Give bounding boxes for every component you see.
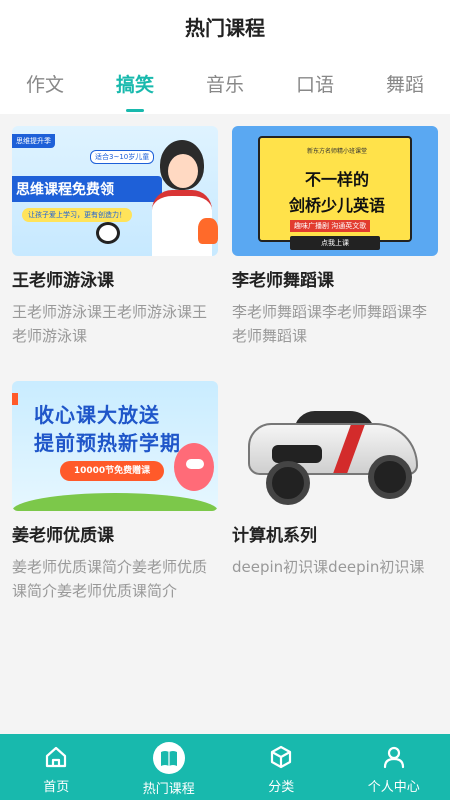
category-tabs: 作文 搞笑 音乐 口语 舞蹈 <box>0 52 450 114</box>
tab-speaking[interactable]: 口语 <box>270 52 360 114</box>
bottom-nav: 首页 热门课程 分类 个人中心 <box>0 734 450 800</box>
tab-label: 口语 <box>295 73 334 96</box>
thumb-headline-2: 提前预热新学期 <box>34 431 181 455</box>
thumb-age-badge: 适合3~10岁儿童 <box>90 150 155 164</box>
tab-music[interactable]: 音乐 <box>180 52 270 114</box>
tab-composition[interactable]: 作文 <box>0 52 90 114</box>
mascot-eye <box>186 459 204 469</box>
course-card[interactable]: 新东方名师精小班课堂 不一样的 剑桥少儿英语 趣味广播剧 沟通英文歌 点我上课 … <box>232 126 438 381</box>
tab-underline <box>126 109 144 112</box>
nav-category[interactable]: 分类 <box>225 734 338 800</box>
thumb-red-label: 趣味广播剧 沟通英文歌 <box>290 220 371 232</box>
course-thumbnail: 思维提升季 适合3~10岁儿童 思维课程免费领 让孩子爱上学习，更有创造力！ <box>12 126 218 256</box>
nav-home[interactable]: 首页 <box>0 734 113 800</box>
thumb-headline: 不一样的 <box>304 170 369 189</box>
thumb-cta: 点我上课 <box>290 236 380 250</box>
course-title: 李老师舞蹈课 <box>232 271 334 291</box>
nav-label: 分类 <box>268 780 295 795</box>
course-description: 王老师游泳课王老师游泳课王老师游泳课 <box>12 303 208 345</box>
nav-label: 个人中心 <box>367 780 420 795</box>
course-thumbnail: 新东方名师精小班课堂 不一样的 剑桥少儿英语 趣味广播剧 沟通英文歌 点我上课 <box>232 126 438 256</box>
thumb-subtitle: 让孩子爱上学习，更有创造力！ <box>22 208 132 222</box>
book-icon <box>152 742 185 774</box>
course-description: deepin初识课deepin初识课 <box>232 558 425 576</box>
nav-label: 热门课程 <box>142 782 195 797</box>
grass-illustration <box>12 493 218 511</box>
app-header: 热门课程 <box>0 0 450 52</box>
page-title: 热门课程 <box>185 15 265 40</box>
nav-hot-courses[interactable]: 热门课程 <box>113 734 226 800</box>
car-grill <box>272 445 322 463</box>
tab-label: 舞蹈 <box>385 73 424 96</box>
thumb-pill: 10000节免费赠课 <box>60 461 164 481</box>
thumb-corner-tag <box>12 393 18 405</box>
course-title: 姜老师优质课 <box>12 526 114 546</box>
course-description: 姜老师优质课简介姜老师优质课简介姜老师优质课简介 <box>12 558 208 600</box>
tab-label: 作文 <box>25 73 64 96</box>
course-title: 计算机系列 <box>232 526 317 546</box>
thumb-tag: 思维提升季 <box>12 134 55 148</box>
course-list: 思维提升季 适合3~10岁儿童 思维课程免费领 让孩子爱上学习，更有创造力！ 王… <box>0 114 450 734</box>
thumb-headline-2: 剑桥少儿英语 <box>288 196 385 215</box>
tab-label: 搞笑 <box>115 73 154 96</box>
car-wheel <box>368 455 412 499</box>
fox-illustration <box>198 218 218 244</box>
course-thumbnail <box>232 381 438 511</box>
girl-face <box>168 154 198 188</box>
course-card[interactable]: 收心课大放送 提前预热新学期 10000节免费赠课 姜老师优质课 姜老师优质课简… <box>12 381 218 636</box>
thumb-headline: 收心课大放送 <box>34 403 160 427</box>
cube-icon <box>266 742 296 772</box>
course-grid: 思维提升季 适合3~10岁儿童 思维课程免费领 让孩子爱上学习，更有创造力！ 王… <box>12 126 438 636</box>
nav-label: 首页 <box>43 780 70 795</box>
home-icon <box>41 742 71 772</box>
course-thumbnail: 收心课大放送 提前预热新学期 10000节免费赠课 <box>12 381 218 511</box>
car-wheel <box>266 461 310 505</box>
nav-profile[interactable]: 个人中心 <box>338 734 450 800</box>
thumb-headline: 思维课程免费领 <box>12 176 162 202</box>
panda-illustration <box>96 222 120 244</box>
course-card[interactable]: 计算机系列 deepin初识课deepin初识课 <box>232 381 438 636</box>
thumb-small-text: 新东方名师精小班课堂 <box>306 148 367 155</box>
user-icon <box>379 742 409 772</box>
course-description: 李老师舞蹈课李老师舞蹈课李老师舞蹈课 <box>232 303 428 345</box>
tab-funny[interactable]: 搞笑 <box>90 52 180 114</box>
thumb-board: 新东方名师精小班课堂 不一样的 剑桥少儿英语 趣味广播剧 沟通英文歌 <box>258 136 412 242</box>
tab-dance[interactable]: 舞蹈 <box>360 52 450 114</box>
course-card[interactable]: 思维提升季 适合3~10岁儿童 思维课程免费领 让孩子爱上学习，更有创造力！ 王… <box>12 126 218 381</box>
course-title: 王老师游泳课 <box>12 271 114 291</box>
tab-label: 音乐 <box>205 73 244 96</box>
